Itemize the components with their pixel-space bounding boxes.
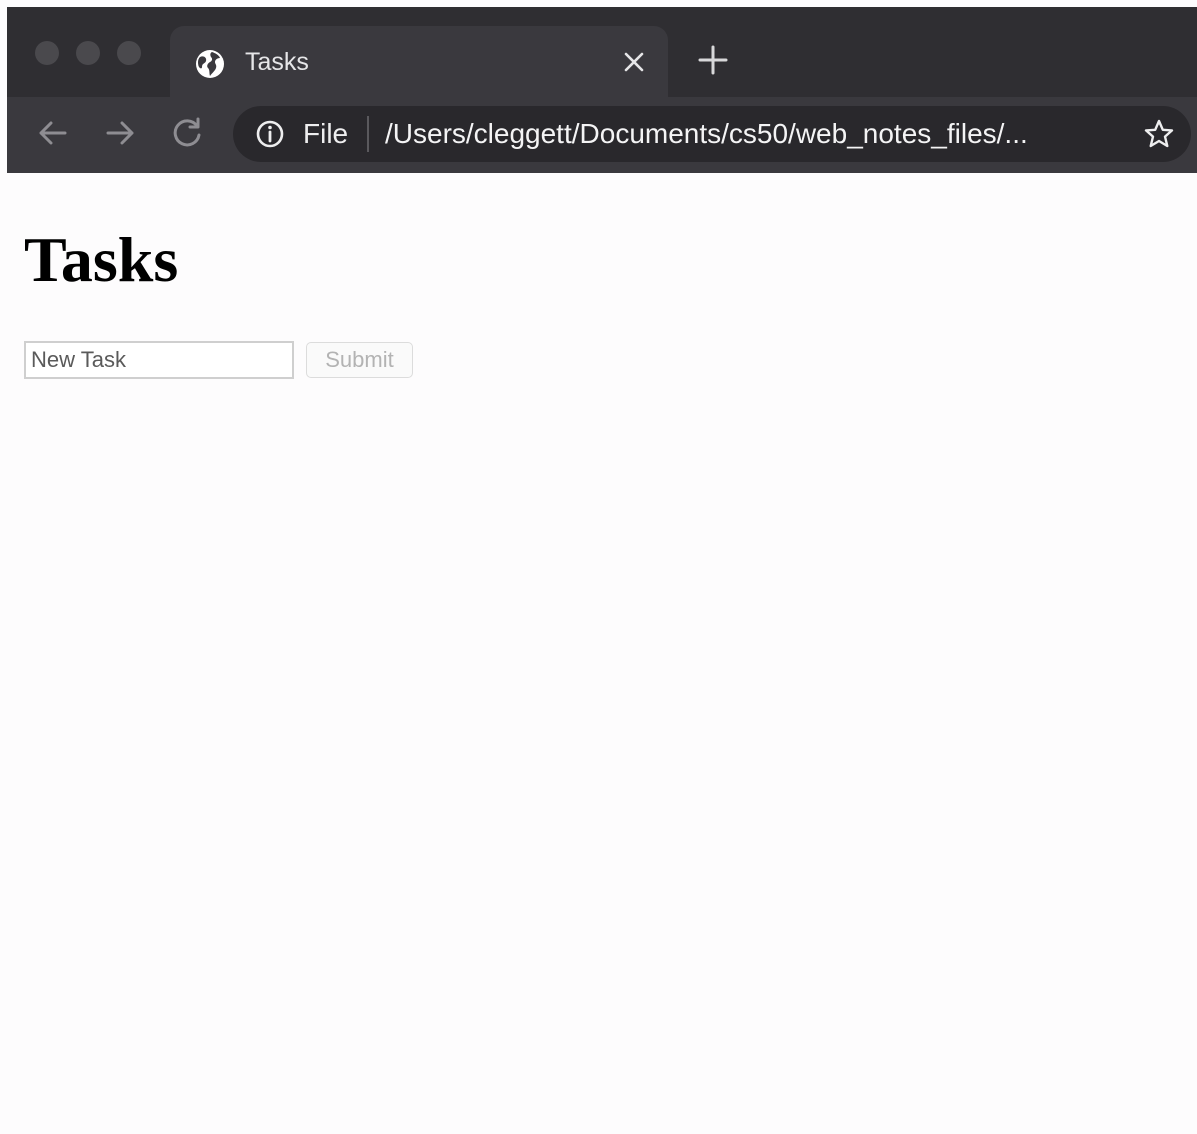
window-minimize-button[interactable] xyxy=(76,41,100,65)
window-zoom-button[interactable] xyxy=(117,41,141,65)
url-text[interactable]: /Users/cleggett/Documents/cs50/web_notes… xyxy=(385,118,1028,150)
submit-button[interactable]: Submit xyxy=(306,342,413,378)
reload-icon[interactable] xyxy=(169,115,205,151)
arrow-right-icon[interactable] xyxy=(102,115,138,151)
omnibox-divider xyxy=(367,116,369,152)
new-task-input[interactable] xyxy=(24,341,294,379)
tab-tasks[interactable]: Tasks xyxy=(170,26,668,97)
browser-toolbar: File /Users/cleggett/Documents/cs50/web_… xyxy=(7,97,1197,173)
address-bar[interactable]: File /Users/cleggett/Documents/cs50/web_… xyxy=(233,106,1191,162)
close-icon[interactable] xyxy=(620,48,648,76)
page-title: Tasks xyxy=(24,224,179,295)
plus-icon[interactable] xyxy=(695,42,731,78)
info-icon[interactable] xyxy=(255,119,285,149)
star-icon[interactable] xyxy=(1143,118,1175,150)
window-close-button[interactable] xyxy=(35,41,59,65)
arrow-left-icon[interactable] xyxy=(35,115,71,151)
tab-title: Tasks xyxy=(245,48,309,76)
page-content: Tasks Submit xyxy=(7,173,1197,1134)
tab-strip: Tasks xyxy=(7,7,1197,97)
url-scheme-label: File xyxy=(303,118,349,149)
browser-window: Tasks File /Users/cleggett/Documents/cs5… xyxy=(7,7,1197,1134)
globe-icon xyxy=(196,50,224,78)
